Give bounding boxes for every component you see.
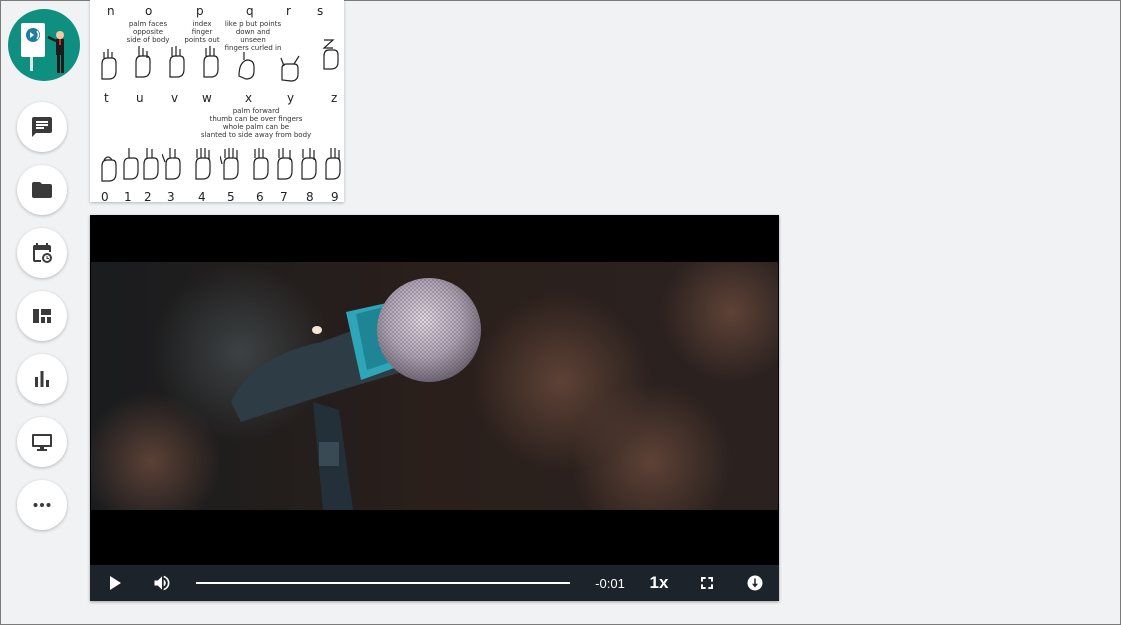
hand-sign-icon: [101, 49, 117, 80]
hand-sign-icon: [135, 46, 151, 78]
hand-sign-icon: [322, 39, 339, 70]
asl-letter: s: [317, 4, 324, 18]
playback-rate-label: 1x: [649, 573, 669, 592]
hand-sign-icon: [301, 148, 317, 180]
volume-button[interactable]: [150, 565, 174, 601]
video-player[interactable]: -0:01 1x: [90, 215, 779, 601]
hand-sign-icon: [195, 148, 211, 180]
fullscreen-button[interactable]: [696, 565, 718, 601]
hand-sign-icon: [101, 156, 117, 182]
time-remaining: -0:01: [590, 565, 630, 601]
asl-letter: y: [287, 91, 295, 105]
bar-chart-icon: [35, 371, 49, 387]
asl-letter: r: [286, 4, 291, 18]
volume-icon: [154, 575, 170, 591]
asl-digit: 1: [124, 190, 132, 202]
hand-sign-icon: [220, 148, 239, 180]
sidebar-item-chat[interactable]: [17, 102, 67, 152]
sidebar-item-schedule[interactable]: [17, 228, 67, 278]
asl-note: palm forward thumb can be over fingers w…: [200, 107, 312, 139]
sidebar-item-files[interactable]: [17, 165, 67, 215]
folder-icon: [32, 182, 52, 198]
microphone-image: [91, 262, 778, 510]
hand-sign-icon: [277, 148, 293, 180]
hand-sign-icon: [203, 46, 219, 78]
hand-sign-icon: [325, 148, 341, 180]
fullscreen-icon: [701, 577, 713, 589]
calendar-clock-icon: [32, 243, 52, 263]
asl-letter: o: [145, 4, 153, 18]
playback-rate-button[interactable]: 1x: [646, 565, 672, 601]
play-icon: [110, 576, 121, 590]
video-frame[interactable]: [91, 262, 778, 510]
asl-letter: x: [245, 91, 253, 105]
dashboard-icon: [33, 309, 51, 323]
asl-digit: 6: [256, 190, 264, 202]
presenter-logo-icon: [21, 23, 64, 73]
asl-letter: u: [136, 91, 144, 105]
progress-bar[interactable]: [196, 582, 570, 584]
asl-letter: z: [331, 91, 338, 105]
asl-digit: 9: [331, 190, 339, 202]
hand-sign-icon: [253, 148, 269, 180]
asl-letter: w: [202, 91, 212, 105]
asl-digit: 2: [144, 190, 152, 202]
asl-letter: v: [171, 91, 179, 105]
monitor-icon: [32, 434, 52, 451]
asl-note: index finger points out: [184, 20, 220, 44]
download-button[interactable]: [744, 565, 766, 601]
asl-digit: 3: [167, 190, 175, 202]
hand-sign-icon: [169, 46, 185, 78]
sidebar-item-screen[interactable]: [17, 417, 67, 467]
asl-letter: t: [104, 91, 109, 105]
asl-alphabet-chart[interactable]: n o p q r s palm faces opposite side of …: [90, 0, 344, 202]
asl-digit: 4: [198, 190, 206, 202]
player-controls: -0:01 1x: [90, 565, 779, 601]
asl-letter: q: [246, 4, 254, 18]
hand-sign-icon: [143, 148, 159, 180]
asl-digit: 7: [280, 190, 288, 202]
more-icon: [33, 503, 51, 507]
hand-sign-icon: [123, 148, 139, 180]
time-remaining-text: -0:01: [595, 575, 625, 591]
hand-sign-icon: [162, 148, 181, 180]
asl-letter: p: [196, 4, 204, 18]
sidebar-item-more[interactable]: [17, 480, 67, 530]
asl-digit: 8: [306, 190, 314, 202]
chat-icon: [32, 117, 52, 137]
hand-sign-icon: [280, 55, 300, 82]
asl-digit: 0: [101, 190, 109, 202]
sidebar-item-dashboard[interactable]: [17, 291, 67, 341]
play-button[interactable]: [102, 565, 128, 601]
asl-note: palm faces opposite side of body: [126, 20, 170, 44]
asl-digit: 5: [227, 190, 235, 202]
download-icon: [747, 575, 763, 591]
app-logo[interactable]: [8, 9, 80, 81]
hand-sign-icon: [238, 52, 255, 80]
sidebar-item-stats[interactable]: [17, 354, 67, 404]
asl-letter: n: [107, 4, 115, 18]
